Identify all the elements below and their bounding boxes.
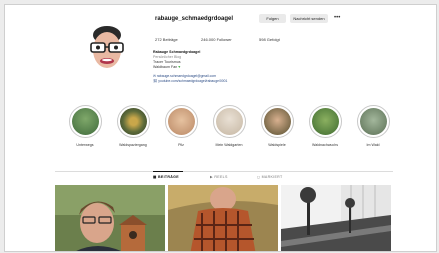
profile-page: rabauge_schmaedgrdoagel Folgen Nachricht… <box>4 4 437 252</box>
bio-line-2: Waldbaum Fan ♥ <box>153 65 180 70</box>
post-photo-person <box>55 185 165 251</box>
highlight-label: Pilz <box>178 143 184 147</box>
followers-count[interactable]: 246.000 Follower <box>201 37 232 42</box>
highlight-label: Waldspiele <box>268 143 286 147</box>
post-photo-flannel <box>168 185 278 251</box>
active-tab-indicator <box>153 171 183 172</box>
highlight-waldnachwuchs[interactable] <box>309 105 342 138</box>
bio-line-2-text: Waldbaum Fan <box>153 65 178 69</box>
highlight-unterwegs[interactable] <box>69 105 102 138</box>
profile-avatar[interactable] <box>85 23 130 75</box>
more-options-icon[interactable]: ••• <box>334 15 340 21</box>
post-photo-building <box>281 185 391 251</box>
highlight-label: Waldnachwuchs <box>311 143 339 147</box>
post-tile[interactable] <box>281 185 391 251</box>
posts-count: 272 Beiträge <box>155 37 178 42</box>
highlight-waldspiele[interactable] <box>261 105 294 138</box>
post-tile[interactable] <box>55 185 165 251</box>
tab-reels[interactable]: ▶ REELS <box>210 175 228 179</box>
highlight-pilz[interactable] <box>165 105 198 138</box>
link-icon: ⛓ <box>153 79 158 83</box>
tab-tagged[interactable]: ◻ MARKIERT <box>257 175 283 179</box>
bio-website-link[interactable]: ⛓ youtube.com/schmaedgrdoagel/rabauge/00… <box>153 79 227 84</box>
highlight-label: Unterwegs <box>76 143 94 147</box>
following-count[interactable]: 598 Gefolgt <box>259 37 280 42</box>
follow-button[interactable]: Folgen <box>259 14 286 23</box>
avatar-face-icon <box>90 26 124 68</box>
post-tile[interactable] <box>168 185 278 251</box>
heart-icon: ♥ <box>178 65 181 69</box>
highlight-label: Mein Waldgarten <box>215 143 243 147</box>
highlight-mein-waldgarten[interactable] <box>213 105 246 138</box>
highlight-im-wald[interactable] <box>357 105 390 138</box>
tab-posts[interactable]: ▦ BEITRÄGE <box>153 175 179 179</box>
tabs-divider <box>55 171 393 172</box>
highlight-waldspaziergang[interactable] <box>117 105 150 138</box>
mail-icon: ✉ <box>153 74 156 78</box>
bio-email-text: rabauge.schmaedgrdoagel@gmail.com <box>156 74 217 78</box>
highlight-label: Waldspaziergang <box>119 143 147 147</box>
profile-username: rabauge_schmaedgrdoagel <box>155 16 234 22</box>
highlight-label: Im Wald <box>366 143 380 147</box>
bio-website-text: youtube.com/schmaedgrdoagel/rabauge/0001 <box>158 79 228 83</box>
message-button[interactable]: Nachricht senden <box>290 14 328 23</box>
